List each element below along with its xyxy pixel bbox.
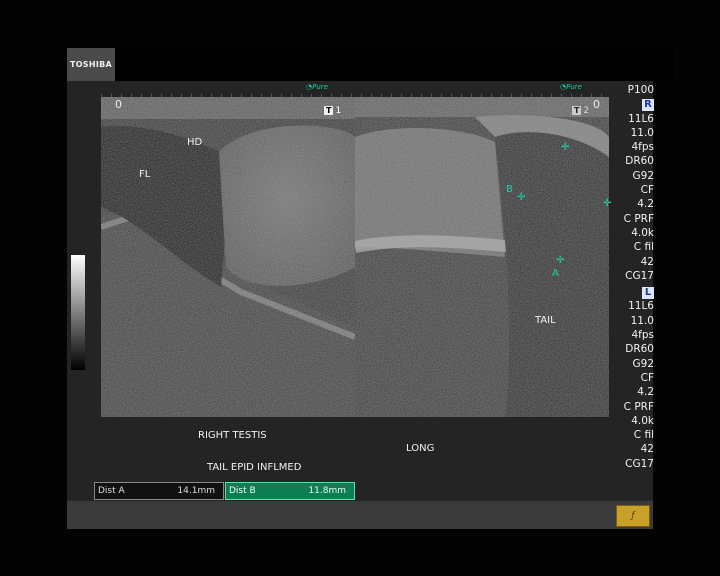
param-right-11: CG17 [625, 269, 654, 282]
probe-indicator-r: R [642, 99, 654, 112]
caliper-a-label: A [552, 268, 559, 279]
brand-logo: TOSHIBA [67, 48, 115, 81]
annotation-long: LONG [406, 443, 435, 454]
label-tail: TAIL [535, 315, 556, 326]
ultrasound-image [101, 97, 609, 417]
param-right-3: DR60 [625, 155, 654, 168]
param-set-left: 11L6 11.0 4fps DR60 G92 CF 4.2 C PRF 4.0k C fil 42… [610, 299, 654, 471]
freeze-icon[interactable]: ƒ [616, 505, 650, 527]
dist-a-label: Dist A [98, 486, 125, 496]
param-left-1: 11.0 [630, 314, 654, 327]
param-left-11: CG17 [625, 457, 654, 470]
caliper-b-label: B [506, 184, 513, 195]
right-pane-image [355, 97, 609, 417]
param-right-8: 4.0k [631, 226, 654, 239]
footer-bar [67, 501, 653, 529]
label-fl: FL [139, 169, 151, 180]
dist-a-value: 14.1mm [177, 486, 215, 496]
depth-zero-right: 0 [593, 98, 600, 111]
annotation-tail-epid: TAIL EPID INFLMED [207, 462, 302, 473]
param-right-1: 11.0 [630, 126, 654, 139]
param-left-9: C fil [633, 429, 654, 442]
param-left-8: 4.0k [631, 414, 654, 427]
probe-indicator-l: L [642, 287, 654, 300]
param-right-0: 11L6 [628, 112, 654, 125]
param-right-5: CF [640, 184, 654, 197]
pane-1-badge: T1 [324, 106, 342, 116]
param-left-2: 4fps [631, 329, 654, 342]
grayscale-bar [71, 255, 85, 370]
param-left-7: C PRF [623, 400, 654, 413]
param-left-5: CF [640, 371, 654, 384]
param-left-0: 11L6 [628, 300, 654, 313]
pure-indicator-right: ◔Pure [560, 83, 582, 91]
param-right-10: 42 [640, 255, 654, 268]
param-left-3: DR60 [625, 343, 654, 356]
dist-b-label: Dist B [229, 486, 256, 496]
left-pane-image [101, 97, 355, 417]
dist-b-value: 11.8mm [308, 486, 346, 496]
label-hd: HD [187, 137, 203, 148]
param-right-6: 4.2 [637, 198, 654, 211]
caliper-a-crosshair: ✛ [556, 255, 565, 266]
annotation-right-testis: RIGHT TESTIS [198, 430, 267, 441]
dist-a-readout: Dist A 14.1mm [94, 482, 224, 500]
param-right-2: 4fps [631, 141, 654, 154]
param-set-right: 11L6 11.0 4fps DR60 G92 CF 4.2 C PRF 4.0k C fil 42… [610, 112, 654, 284]
caliper-b-crosshair: ✛ [517, 192, 526, 203]
param-right-4: G92 [632, 169, 655, 182]
param-left-4: G92 [632, 357, 655, 370]
dist-b-readout: Dist B 11.8mm [225, 482, 355, 500]
depth-zero-left: 0 [115, 98, 122, 111]
header-bar [67, 48, 674, 81]
pure-indicator-left: ◔Pure [306, 83, 328, 91]
param-right-9: C fil [633, 241, 654, 254]
pane-2-badge: T2 [572, 106, 590, 116]
param-left-10: 42 [640, 443, 654, 456]
parameter-panel: P100 R 11L6 11.0 4fps DR60 G92 CF 4.2 C PRF 4.0k… [610, 83, 654, 471]
caliper-crosshair-top: ✛ [561, 142, 570, 153]
param-power: P100 [627, 84, 654, 96]
param-right-7: C PRF [623, 212, 654, 225]
ultrasound-screen: TOSHIBA ◔Pure ◔Pure 0 0 T 1 T 2 HD FL TA… [0, 0, 720, 576]
param-left-6: 4.2 [637, 386, 654, 399]
